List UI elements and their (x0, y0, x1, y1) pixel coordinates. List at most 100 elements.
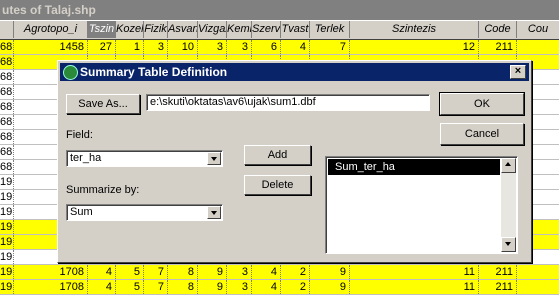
table-cell: 27 (88, 40, 116, 54)
table-cell: 12 (350, 40, 479, 54)
table-cell: 19 (0, 265, 14, 279)
table-cell: 68 (0, 145, 14, 159)
summarize-by-combo-value: Sum (70, 206, 93, 218)
delete-button[interactable]: Delete (244, 175, 311, 195)
table-cell: 211 (479, 265, 517, 279)
ok-button[interactable]: OK (439, 92, 525, 116)
table-cell: 5 (116, 280, 144, 294)
save-as-button[interactable]: Save As... (66, 94, 140, 114)
chevron-down-icon (505, 242, 511, 246)
table-row[interactable]: 19 1708 4 5 7 8 9 3 4 2 9 11 211 (0, 265, 559, 280)
attribute-table-title-bar: utes of Talaj.shp (0, 0, 559, 20)
table-cell: 8 (168, 265, 198, 279)
summary-fields-list[interactable]: Sum_ter_ha (325, 156, 518, 254)
table-cell: 3 (227, 280, 252, 294)
summary-table-dialog: Summary Table Definition × Save As... e:… (57, 60, 532, 263)
table-cell (517, 280, 559, 294)
table-cell: 1458 (14, 40, 88, 54)
close-button[interactable]: × (510, 65, 526, 79)
list-item[interactable]: Sum_ter_ha (328, 159, 500, 175)
attribute-table-title: utes of Talaj.shp (2, 3, 96, 17)
table-cell: 3 (198, 40, 227, 54)
table-cell: 4 (252, 280, 281, 294)
column-header[interactable]: Vizgaz (198, 21, 227, 38)
table-cell: 3 (144, 40, 168, 54)
summarize-by-label: Summarize by: (66, 184, 140, 196)
list-scrollbar[interactable] (501, 158, 516, 252)
column-header[interactable]: Code (479, 21, 517, 38)
column-header[interactable]: Cou (517, 21, 559, 38)
table-cell: 4 (281, 40, 310, 54)
table-cell: 3 (227, 40, 252, 54)
column-header[interactable]: Kozel (116, 21, 144, 38)
column-header[interactable]: Szintezis (350, 21, 479, 38)
chevron-down-icon (211, 157, 217, 161)
table-cell: 7 (144, 280, 168, 294)
table-cell: 68 (0, 130, 14, 144)
table-cell: 19 (0, 250, 14, 264)
table-cell: 68 (0, 100, 14, 114)
table-cell: 9 (198, 265, 227, 279)
table-cell (517, 40, 559, 54)
table-cell (517, 265, 559, 279)
table-row[interactable]: 68 1458 27 1 3 10 3 3 6 4 7 12 211 (0, 40, 559, 55)
table-cell: 2 (281, 265, 310, 279)
cancel-button[interactable]: Cancel (440, 123, 524, 145)
table-cell: 68 (0, 70, 14, 84)
table-cell: 19 (0, 190, 14, 204)
table-cell: 6 (252, 40, 281, 54)
table-cell: 7 (144, 265, 168, 279)
table-cell: 5 (116, 265, 144, 279)
field-combo-dropdown-button[interactable] (207, 152, 221, 165)
table-cell: 9 (310, 265, 350, 279)
globe-icon (63, 65, 78, 80)
field-label: Field: (66, 129, 93, 141)
table-cell: 68 (0, 55, 14, 69)
table-cell: 19 (0, 205, 14, 219)
column-header[interactable]: Szerv (252, 21, 281, 38)
dialog-title: Summary Table Definition (80, 65, 228, 79)
table-cell: 9 (310, 280, 350, 294)
output-path-field[interactable]: e:\skuti\oktatas\av6\ujak\sum1.dbf (146, 94, 430, 111)
table-cell: 7 (310, 40, 350, 54)
chevron-up-icon (505, 162, 511, 166)
column-header[interactable]: Asvany (168, 21, 198, 38)
summarize-by-dropdown-button[interactable] (207, 206, 221, 219)
column-header[interactable]: Tvast (281, 21, 310, 38)
field-combo[interactable]: ter_ha (66, 150, 223, 167)
summarize-by-combo[interactable]: Sum (66, 204, 223, 221)
table-cell: 68 (0, 115, 14, 129)
table-cell: 1708 (14, 265, 88, 279)
table-row[interactable]: 19 1708 4 5 7 8 9 3 4 2 9 11 211 (0, 280, 559, 295)
column-header[interactable]: Fizik (144, 21, 168, 38)
column-header[interactable] (0, 21, 14, 38)
table-cell: 68 (0, 160, 14, 174)
table-cell: 11 (350, 265, 479, 279)
field-combo-value: ter_ha (70, 152, 102, 164)
add-button[interactable]: Add (244, 145, 311, 165)
table-cell: 8 (168, 280, 198, 294)
table-cell: 19 (0, 280, 14, 294)
table-cell: 1708 (14, 280, 88, 294)
column-header[interactable]: Agrotopo_i (14, 21, 88, 38)
table-cell: 19 (0, 175, 14, 189)
table-cell: 4 (252, 265, 281, 279)
table-cell: 68 (0, 85, 14, 99)
table-cell: 19 (0, 220, 14, 234)
scroll-up-button[interactable] (501, 158, 516, 173)
scroll-down-button[interactable] (501, 237, 516, 252)
table-cell: 68 (0, 40, 14, 54)
chevron-down-icon (211, 211, 217, 215)
table-cell: 19 (0, 235, 14, 249)
column-header[interactable]: Tszin (88, 21, 116, 38)
column-header[interactable]: Terlek (310, 21, 350, 38)
table-header: Agrotopo_iTszinKozelFizikAsvanyVizgazKem… (0, 21, 559, 40)
table-cell: 4 (88, 280, 116, 294)
table-cell: 9 (198, 280, 227, 294)
table-cell: 211 (479, 40, 517, 54)
dialog-title-bar: Summary Table Definition × (60, 63, 529, 81)
column-header[interactable]: Kemh (227, 21, 252, 38)
table-cell: 2 (281, 280, 310, 294)
table-cell: 10 (168, 40, 198, 54)
table-cell: 3 (227, 265, 252, 279)
